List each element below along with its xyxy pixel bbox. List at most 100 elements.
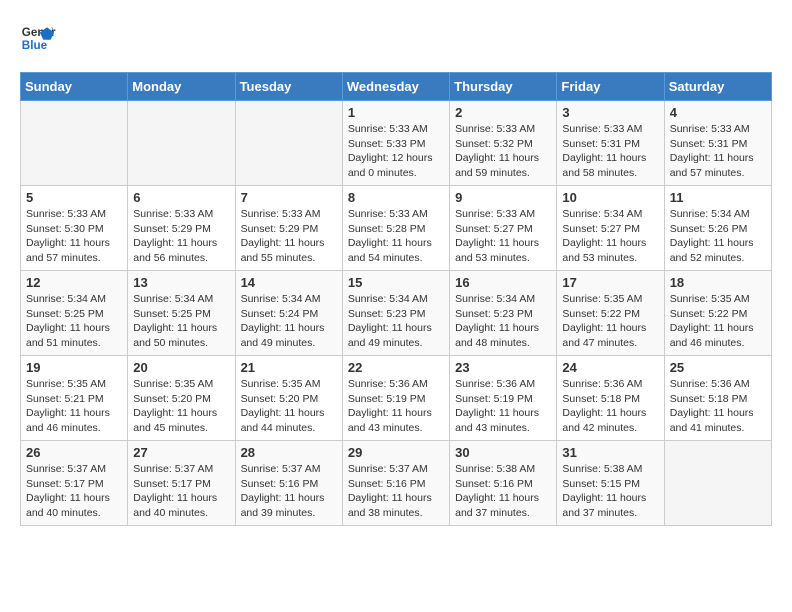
day-cell: 15Sunrise: 5:34 AM Sunset: 5:23 PM Dayli…: [342, 271, 449, 356]
day-cell: 27 Sunrise: 5:37 AM Sunset: 5:17 PM Dayli…: [128, 441, 235, 526]
day-cell: [21, 101, 128, 186]
week-row-4: 19 Sunrise: 5:35 AM Sunset: 5:21 PM Dayli…: [21, 356, 772, 441]
day-info: Sunrise: 5:35 AM Sunset: 5:21 PM Dayligh…: [26, 377, 122, 436]
day-number: 12: [26, 275, 122, 290]
header-cell-tuesday: Tuesday: [235, 73, 342, 101]
day-cell: 2Sunrise: 5:33 AM Sunset: 5:32 PM Daylig…: [450, 101, 557, 186]
day-number: 30: [455, 445, 551, 460]
header-cell-saturday: Saturday: [664, 73, 771, 101]
week-row-5: 26 Sunrise: 5:37 AM Sunset: 5:17 PM Dayli…: [21, 441, 772, 526]
day-cell: 21 Sunrise: 5:35 AM Sunset: 5:20 PM Dayli…: [235, 356, 342, 441]
day-info: Sunrise: 5:37 AM Sunset: 5:16 PM Dayligh…: [348, 462, 444, 521]
day-number: 8: [348, 190, 444, 205]
day-info: Sunrise: 5:36 AM Sunset: 5:18 PM Dayligh…: [670, 377, 766, 436]
day-number: 5: [26, 190, 122, 205]
day-cell: 20 Sunrise: 5:35 AM Sunset: 5:20 PM Dayli…: [128, 356, 235, 441]
day-number: 9: [455, 190, 551, 205]
day-info: Sunrise: 5:33 AM Sunset: 5:33 PM Dayligh…: [348, 122, 444, 181]
day-cell: [235, 101, 342, 186]
day-number: 27: [133, 445, 229, 460]
day-info: Sunrise: 5:37 AM Sunset: 5:16 PM Dayligh…: [241, 462, 337, 521]
week-row-2: 5 Sunrise: 5:33 AM Sunset: 5:30 PM Daylig…: [21, 186, 772, 271]
day-cell: 23 Sunrise: 5:36 AM Sunset: 5:19 PM Dayli…: [450, 356, 557, 441]
day-info: Sunrise: 5:34 AM Sunset: 5:23 PM Dayligh…: [348, 292, 444, 351]
header-cell-wednesday: Wednesday: [342, 73, 449, 101]
day-info: Sunrise: 5:34 AM Sunset: 5:25 PM Dayligh…: [133, 292, 229, 351]
day-info: Sunrise: 5:33 AM Sunset: 5:28 PM Dayligh…: [348, 207, 444, 266]
day-number: 26: [26, 445, 122, 460]
day-cell: 28Sunrise: 5:37 AM Sunset: 5:16 PM Dayli…: [235, 441, 342, 526]
day-info: Sunrise: 5:38 AM Sunset: 5:15 PM Dayligh…: [562, 462, 658, 521]
day-number: 20: [133, 360, 229, 375]
day-number: 18: [670, 275, 766, 290]
day-info: Sunrise: 5:37 AM Sunset: 5:17 PM Dayligh…: [133, 462, 229, 521]
day-cell: 17 Sunrise: 5:35 AM Sunset: 5:22 PM Dayli…: [557, 271, 664, 356]
day-number: 21: [241, 360, 337, 375]
day-cell: 18 Sunrise: 5:35 AM Sunset: 5:22 PM Dayli…: [664, 271, 771, 356]
day-info: Sunrise: 5:35 AM Sunset: 5:20 PM Dayligh…: [241, 377, 337, 436]
day-cell: 26 Sunrise: 5:37 AM Sunset: 5:17 PM Dayli…: [21, 441, 128, 526]
day-info: Sunrise: 5:35 AM Sunset: 5:20 PM Dayligh…: [133, 377, 229, 436]
day-number: 29: [348, 445, 444, 460]
day-cell: 19 Sunrise: 5:35 AM Sunset: 5:21 PM Dayli…: [21, 356, 128, 441]
day-info: Sunrise: 5:34 AM Sunset: 5:27 PM Dayligh…: [562, 207, 658, 266]
day-cell: 8 Sunrise: 5:33 AM Sunset: 5:28 PM Daylig…: [342, 186, 449, 271]
header-cell-thursday: Thursday: [450, 73, 557, 101]
day-number: 11: [670, 190, 766, 205]
day-cell: 1 Sunrise: 5:33 AM Sunset: 5:33 PM Daylig…: [342, 101, 449, 186]
day-info: Sunrise: 5:36 AM Sunset: 5:18 PM Dayligh…: [562, 377, 658, 436]
day-number: 24: [562, 360, 658, 375]
day-info: Sunrise: 5:34 AM Sunset: 5:25 PM Dayligh…: [26, 292, 122, 351]
day-number: 19: [26, 360, 122, 375]
header-cell-monday: Monday: [128, 73, 235, 101]
day-cell: 13 Sunrise: 5:34 AM Sunset: 5:25 PM Dayli…: [128, 271, 235, 356]
day-cell: 11 Sunrise: 5:34 AM Sunset: 5:26 PM Dayli…: [664, 186, 771, 271]
day-number: 13: [133, 275, 229, 290]
day-cell: [664, 441, 771, 526]
day-number: 4: [670, 105, 766, 120]
day-info: Sunrise: 5:33 AM Sunset: 5:29 PM Dayligh…: [241, 207, 337, 266]
day-number: 6: [133, 190, 229, 205]
day-info: Sunrise: 5:36 AM Sunset: 5:19 PM Dayligh…: [455, 377, 551, 436]
day-cell: 10 Sunrise: 5:34 AM Sunset: 5:27 PM Dayli…: [557, 186, 664, 271]
day-info: Sunrise: 5:34 AM Sunset: 5:26 PM Dayligh…: [670, 207, 766, 266]
day-cell: 5 Sunrise: 5:33 AM Sunset: 5:30 PM Daylig…: [21, 186, 128, 271]
day-number: 2: [455, 105, 551, 120]
day-number: 31: [562, 445, 658, 460]
day-cell: 25 Sunrise: 5:36 AM Sunset: 5:18 PM Dayli…: [664, 356, 771, 441]
day-info: Sunrise: 5:34 AM Sunset: 5:23 PM Dayligh…: [455, 292, 551, 351]
calendar-header: SundayMondayTuesdayWednesdayThursdayFrid…: [21, 73, 772, 101]
day-number: 1: [348, 105, 444, 120]
day-cell: 16Sunrise: 5:34 AM Sunset: 5:23 PM Dayli…: [450, 271, 557, 356]
day-cell: 12 Sunrise: 5:34 AM Sunset: 5:25 PM Dayli…: [21, 271, 128, 356]
logo: General Blue: [20, 20, 56, 56]
day-number: 25: [670, 360, 766, 375]
day-number: 14: [241, 275, 337, 290]
week-row-3: 12 Sunrise: 5:34 AM Sunset: 5:25 PM Dayli…: [21, 271, 772, 356]
page-header: General Blue: [20, 20, 772, 56]
header-row: SundayMondayTuesdayWednesdayThursdayFrid…: [21, 73, 772, 101]
header-cell-friday: Friday: [557, 73, 664, 101]
day-info: Sunrise: 5:33 AM Sunset: 5:30 PM Dayligh…: [26, 207, 122, 266]
day-cell: 30 Sunrise: 5:38 AM Sunset: 5:16 PM Dayli…: [450, 441, 557, 526]
day-info: Sunrise: 5:33 AM Sunset: 5:27 PM Dayligh…: [455, 207, 551, 266]
day-info: Sunrise: 5:33 AM Sunset: 5:31 PM Dayligh…: [562, 122, 658, 181]
day-cell: 6 Sunrise: 5:33 AM Sunset: 5:29 PM Daylig…: [128, 186, 235, 271]
day-number: 10: [562, 190, 658, 205]
day-cell: 22Sunrise: 5:36 AM Sunset: 5:19 PM Dayli…: [342, 356, 449, 441]
day-number: 17: [562, 275, 658, 290]
logo-icon: General Blue: [20, 20, 56, 56]
day-number: 23: [455, 360, 551, 375]
day-info: Sunrise: 5:33 AM Sunset: 5:31 PM Dayligh…: [670, 122, 766, 181]
week-row-1: 1 Sunrise: 5:33 AM Sunset: 5:33 PM Daylig…: [21, 101, 772, 186]
day-cell: 7Sunrise: 5:33 AM Sunset: 5:29 PM Daylig…: [235, 186, 342, 271]
day-info: Sunrise: 5:37 AM Sunset: 5:17 PM Dayligh…: [26, 462, 122, 521]
day-info: Sunrise: 5:35 AM Sunset: 5:22 PM Dayligh…: [562, 292, 658, 351]
day-info: Sunrise: 5:33 AM Sunset: 5:29 PM Dayligh…: [133, 207, 229, 266]
day-info: Sunrise: 5:34 AM Sunset: 5:24 PM Dayligh…: [241, 292, 337, 351]
day-info: Sunrise: 5:38 AM Sunset: 5:16 PM Dayligh…: [455, 462, 551, 521]
calendar-body: 1 Sunrise: 5:33 AM Sunset: 5:33 PM Daylig…: [21, 101, 772, 526]
day-info: Sunrise: 5:35 AM Sunset: 5:22 PM Dayligh…: [670, 292, 766, 351]
header-cell-sunday: Sunday: [21, 73, 128, 101]
day-cell: 29 Sunrise: 5:37 AM Sunset: 5:16 PM Dayli…: [342, 441, 449, 526]
